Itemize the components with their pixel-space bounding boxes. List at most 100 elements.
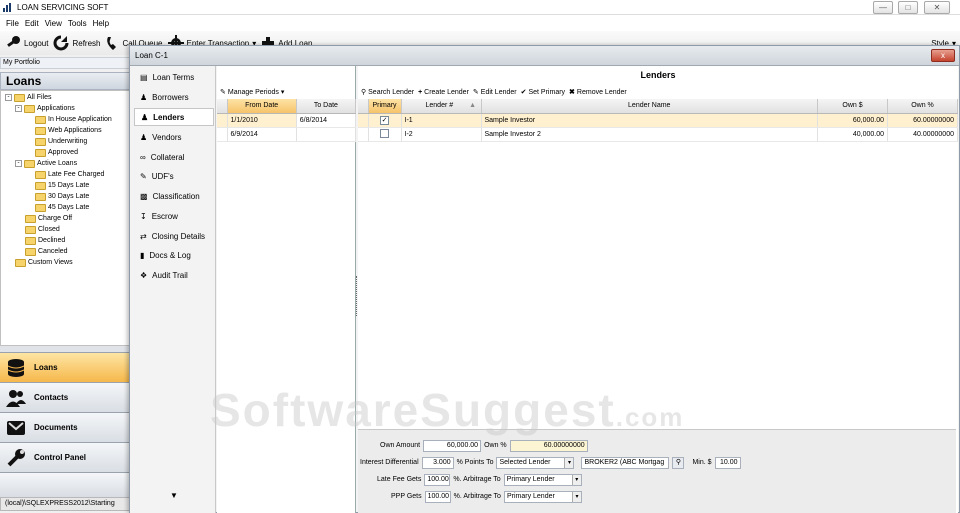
folder-icon [35,115,46,124]
tree-node-45-days-late[interactable]: 45 Days Late [35,202,89,213]
logout-button[interactable]: Logout [5,35,48,51]
own-percent-input[interactable]: 60.00000000 [509,439,588,452]
tree-node-active-loans[interactable]: - Active Loans [15,158,77,169]
interest-differential-input[interactable]: 3.000 [421,456,454,469]
nav-escrow[interactable]: ↧ Escrow [134,207,214,225]
manage-periods-button[interactable]: ✎ Manage Periods ▾ [217,85,355,99]
sidebar-header: Loans [0,72,132,90]
search-lender-button[interactable]: ⚲ Search Lender [361,88,414,97]
file-icon: ▮ [140,250,145,260]
points-to-select[interactable]: Selected Lender ▾ [496,456,575,469]
own-amount-input[interactable]: 60,000.00 [423,439,482,452]
late-fee-input[interactable]: 100.00 [424,473,451,486]
nav-docs-log[interactable]: ▮ Docs & Log [134,246,214,264]
plus-icon: + [418,88,423,96]
nav-overflow [0,472,132,497]
collapse-icon[interactable]: - [15,160,22,167]
collapse-icon[interactable]: - [5,94,12,101]
edit-icon: ✎ [472,89,479,96]
close-app-button[interactable]: ✕ [924,1,950,14]
broker-search-icon[interactable]: ⚲ [672,456,685,469]
ppp-arbitrage-select[interactable]: Primary Lender ▾ [503,490,582,503]
chevron-down-icon: ▾ [280,89,285,96]
folder-icon [25,214,36,223]
edit-lender-button[interactable]: ✎ Edit Lender [472,88,517,97]
col-own-amount[interactable]: Own $ [817,99,888,114]
periods-table: From Date To Date 1/1/2010 6/8/2014 6/9/… [217,99,357,142]
nav-control-panel-label: Control Panel [34,453,87,462]
late-fee-label: Late Fee Gets [377,476,422,483]
menu-file[interactable]: File [6,19,19,28]
ppp-input[interactable]: 100.00 [424,490,451,503]
contacts-icon [6,389,26,407]
menu-edit[interactable]: Edit [25,19,39,28]
primary-checkbox[interactable] [380,128,389,138]
nav-audit-trail[interactable]: ❖ Audit Trail [134,266,214,284]
maximize-button[interactable]: □ [898,1,918,14]
nav-vendors[interactable]: ♟ Vendors [134,128,214,146]
create-lender-button[interactable]: + Create Lender [418,89,469,96]
folder-icon [35,181,46,190]
tree-node-approved[interactable]: Approved [35,147,78,158]
refresh-button[interactable]: Refresh [53,35,100,51]
nav-udfs[interactable]: ✎ UDF's [134,167,214,185]
table-row[interactable]: 6/9/2014 [217,127,357,142]
tree-node-declined[interactable]: Declined [25,235,65,246]
ppp-row: PPP Gets 100.00 %. Arbitrage To Primary … [391,490,582,503]
table-row[interactable]: I-2 Sample Investor 2 40,000.00 40.00000… [358,127,958,142]
panel-splitter[interactable] [356,276,358,316]
table-row[interactable]: ✓ I-1 Sample Investor 60,000.00 60.00000… [358,113,958,128]
sort-asc-icon: ▲ [469,102,477,110]
menu-view[interactable]: View [45,19,62,28]
table-row[interactable]: 1/1/2010 6/8/2014 [217,113,357,128]
x-icon: ✖ [569,89,575,96]
nav-closing-details[interactable]: ⇄ Closing Details [134,227,214,245]
col-own-percent[interactable]: Own % [887,99,958,114]
nav-documents-button[interactable]: Documents [0,412,132,442]
tree-node-in-house-application[interactable]: In House Application [35,114,112,125]
tree-node-all-files[interactable]: - All Files [5,92,52,103]
tree-node-web-applications[interactable]: Web Applications [35,125,102,136]
tree-node-canceled[interactable]: Canceled [25,246,68,257]
nav-documents-label: Documents [34,423,78,432]
col-primary[interactable]: Primary [368,99,402,114]
broker-input[interactable]: BROKER2 (ABC Mortgag [581,456,670,469]
primary-checkbox-checked[interactable]: ✓ [380,115,389,125]
app-logo-icon [3,2,13,12]
nav-loan-terms[interactable]: ▤ Loan Terms [134,68,214,86]
lender-detail-form: Own Amount 60,000.00 Own % 60.00000000 I… [358,429,956,513]
nav-collateral[interactable]: ∞ Collateral [134,148,214,166]
col-from-date[interactable]: From Date [227,99,297,114]
col-lender-name[interactable]: Lender Name [481,99,818,114]
refresh-label: Refresh [72,38,101,48]
tree-node-closed[interactable]: Closed [25,224,60,235]
edit-icon: ✎ [220,89,226,96]
menu-tools[interactable]: Tools [68,19,87,28]
nav-borrowers[interactable]: ♟ Borrowers [134,88,214,106]
user-icon: ♟ [140,92,148,102]
tree-node-underwriting[interactable]: Underwriting [35,136,87,147]
nav-lenders[interactable]: ♟ Lenders [134,108,214,126]
tree-node-applications[interactable]: - Applications [15,103,75,114]
scroll-down-icon[interactable]: ▼ [170,491,178,500]
folder-icon [24,104,35,113]
col-lender-no[interactable]: Lender # ▲ [401,99,482,114]
min-input[interactable]: 10.00 [714,456,741,469]
tree-node-15-days-late[interactable]: 15 Days Late [35,180,89,191]
tree-node-custom-views[interactable]: Custom Views [15,257,73,268]
nav-control-panel-button[interactable]: Control Panel [0,442,132,472]
close-loan-window-button[interactable]: x [931,49,955,62]
nav-loans-button[interactable]: Loans [0,352,132,382]
set-primary-button[interactable]: ✔ Set Primary [521,88,565,97]
nav-contacts-button[interactable]: Contacts [0,382,132,412]
collapse-icon[interactable]: - [15,105,22,112]
tree-node-30-days-late[interactable]: 30 Days Late [35,191,89,202]
menu-help[interactable]: Help [93,19,109,28]
nav-classification[interactable]: ▩ Classification [134,187,214,205]
tree-node-late-fee-charged[interactable]: Late Fee Charged [35,169,104,180]
tree-node-charge-off[interactable]: Charge Off [25,213,72,224]
late-fee-arbitrage-select[interactable]: Primary Lender ▾ [503,473,582,486]
minimize-button[interactable]: — [873,1,893,14]
col-to-date[interactable]: To Date [296,99,357,114]
remove-lender-button[interactable]: ✖ Remove Lender [569,88,627,97]
